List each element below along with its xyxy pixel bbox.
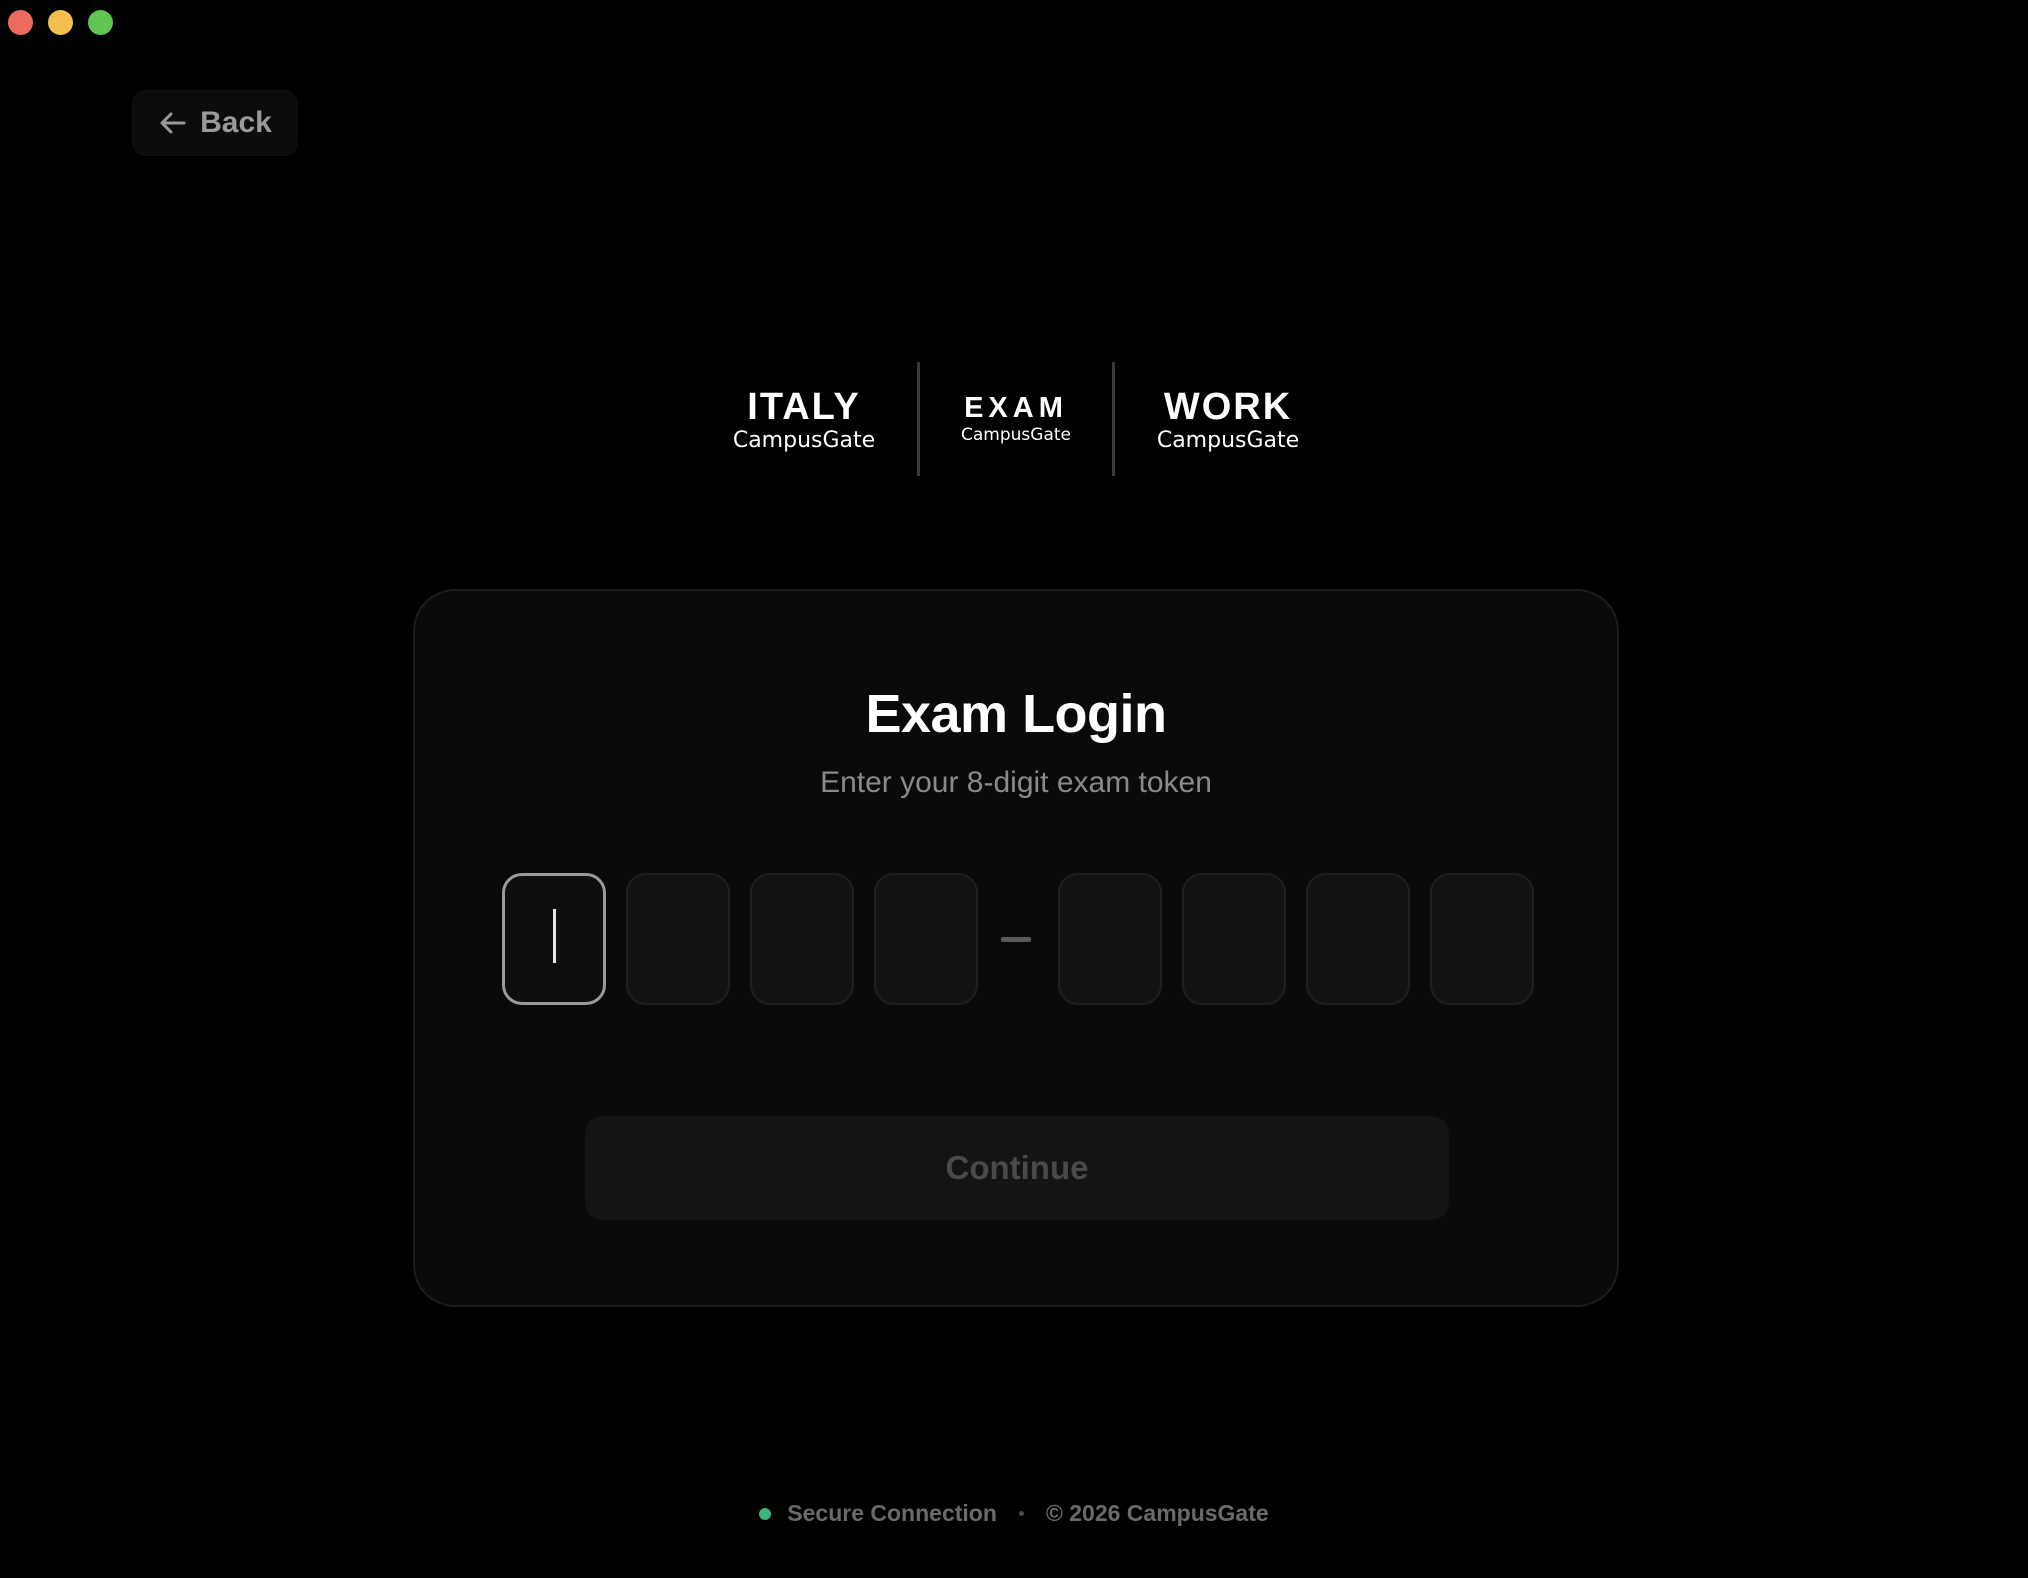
logo-work-title: WORK <box>1163 386 1293 428</box>
token-digit-input[interactable] <box>1306 873 1410 1005</box>
logo-exam-subtitle: CampusGate <box>961 425 1071 445</box>
logo-divider <box>917 362 920 476</box>
token-digit-input[interactable] <box>1182 873 1286 1005</box>
back-button-label: Back <box>200 106 272 139</box>
token-separator <box>1001 937 1031 942</box>
token-digit-input[interactable] <box>1430 873 1534 1005</box>
logo-italy-title: ITALY <box>747 386 861 428</box>
logo-italy-subtitle: CampusGate <box>732 428 876 453</box>
window-controls <box>8 10 113 35</box>
token-digit-input[interactable] <box>874 873 978 1005</box>
connection-status: Secure Connection <box>787 1500 997 1526</box>
status-dot-icon <box>759 1507 772 1520</box>
exam-login-card: Exam Login Enter your 8-digit exam token… <box>413 589 1619 1307</box>
logo-exam-title: EXAM <box>964 392 1068 424</box>
minimize-window-button[interactable] <box>48 10 73 35</box>
brand-logos: ITALY CampusGate EXAM CampusGate WORK Ca… <box>0 362 2028 476</box>
logo-work-campusgate: WORK CampusGate <box>1148 388 1308 452</box>
token-digit-input[interactable] <box>1058 873 1162 1005</box>
separator-dot-icon <box>1018 1511 1024 1516</box>
copyright-text: © 2026 CampusGate <box>1045 1500 1269 1526</box>
page-subtitle: Enter your 8-digit exam token <box>820 766 1212 799</box>
text-caret <box>553 909 556 963</box>
arrow-left-icon <box>158 108 188 138</box>
page-title: Exam Login <box>865 684 1167 744</box>
logo-divider <box>1112 362 1115 476</box>
continue-button[interactable]: Continue <box>585 1116 1449 1220</box>
token-digit-input[interactable] <box>750 873 854 1005</box>
close-window-button[interactable] <box>8 10 33 35</box>
logo-italy-campusgate: ITALY CampusGate <box>720 388 888 452</box>
footer: Secure Connection © 2026 CampusGate <box>0 1500 2028 1527</box>
zoom-window-button[interactable] <box>88 10 113 35</box>
back-button[interactable]: Back <box>132 90 298 156</box>
logo-exam-campusgate: EXAM CampusGate <box>950 394 1082 444</box>
token-digit-input[interactable] <box>626 873 730 1005</box>
logo-work-subtitle: CampusGate <box>1156 428 1300 453</box>
token-input-group <box>415 873 1617 1005</box>
